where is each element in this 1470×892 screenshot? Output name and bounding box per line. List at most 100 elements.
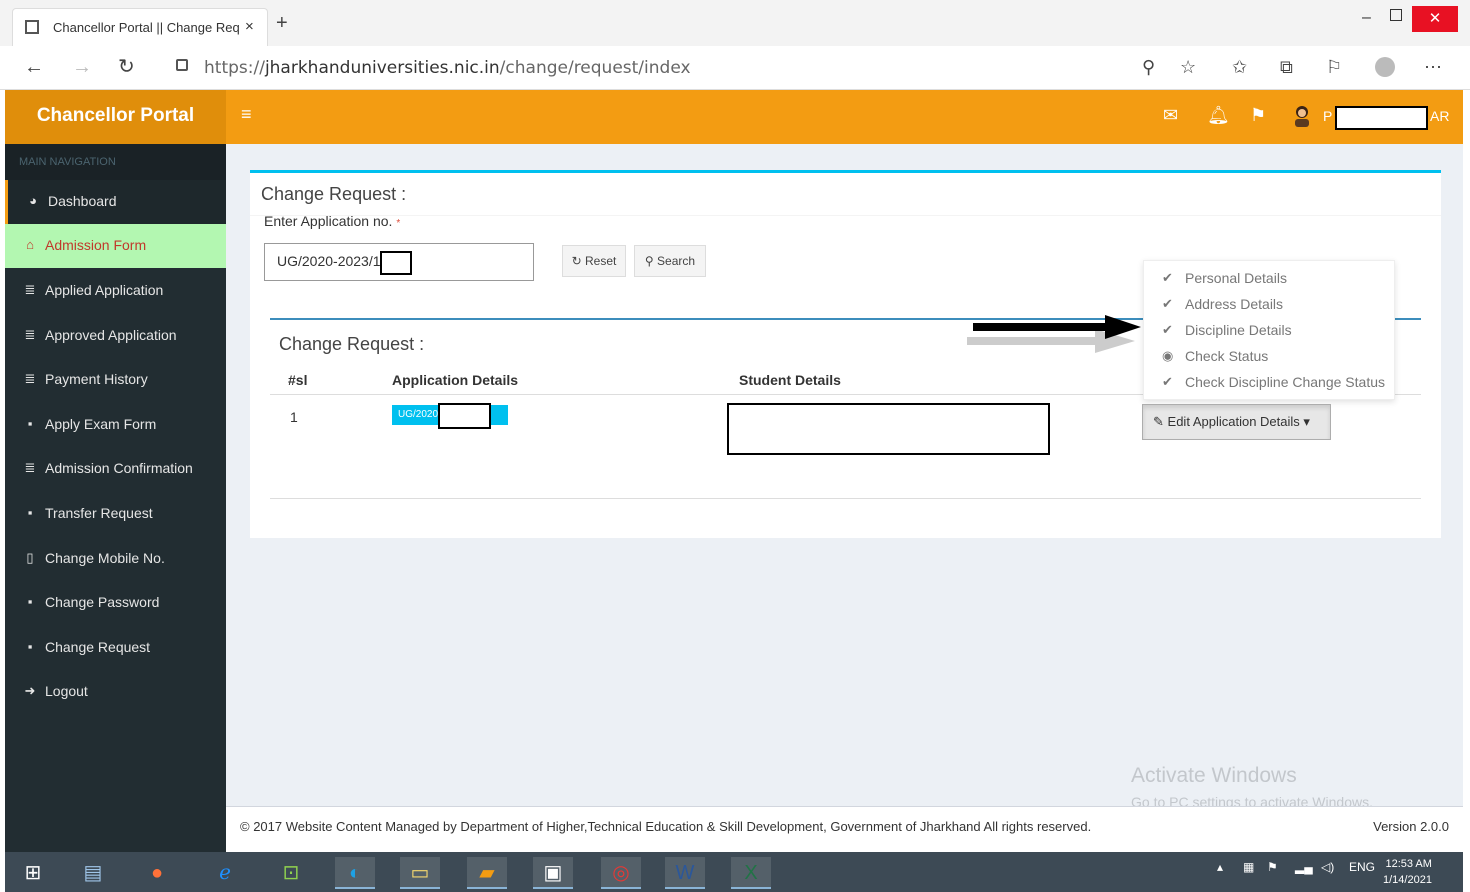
- edit-application-details-button[interactable]: ✎ Edit Application Details ▾: [1142, 404, 1331, 440]
- favorite-star-icon[interactable]: ☆: [1180, 57, 1196, 77]
- box-title: Change Request :: [261, 184, 407, 204]
- new-tab-button[interactable]: +: [276, 13, 288, 33]
- sidebar-item-logout[interactable]: ➜ Logout: [5, 670, 226, 714]
- notifications-icon[interactable]: 🔔︎: [1207, 104, 1230, 126]
- mobile-icon: ▯: [26, 550, 34, 565]
- share-icon[interactable]: ⚐: [1326, 57, 1342, 77]
- browser-tab[interactable]: Chancellor Portal || Change Req ×: [12, 8, 268, 46]
- sidebar-item-applied-application[interactable]: ≣ Applied Application: [5, 269, 226, 313]
- caret-down-icon: ▾: [1303, 414, 1310, 429]
- refresh-icon[interactable]: ↻: [118, 56, 135, 78]
- minimize-button[interactable]: –: [1362, 9, 1371, 27]
- zoom-icon[interactable]: ⚲: [1142, 57, 1155, 77]
- sidebar-item-label: Logout: [45, 683, 88, 699]
- sidebar-item-transfer-request[interactable]: ▪ Transfer Request: [5, 492, 226, 536]
- redacted-app-no: [380, 251, 412, 275]
- user-avatar-icon[interactable]: [1293, 105, 1311, 127]
- user-name-prefix[interactable]: P: [1323, 108, 1332, 124]
- tray-signal-icon[interactable]: ▂▄: [1295, 860, 1313, 874]
- menu-item-check-status[interactable]: ◉ Check Status: [1144, 344, 1396, 370]
- app-window-icon[interactable]: ▣: [533, 857, 573, 889]
- sidebar-item-apply-exam-form[interactable]: ▪ Apply Exam Form: [5, 403, 226, 447]
- menu-item-personal-details[interactable]: ✔ Personal Details: [1144, 266, 1396, 292]
- redacted-application-badge: [438, 403, 491, 429]
- sidebar-item-change-password[interactable]: ▪ Change Password: [5, 581, 226, 625]
- reset-button[interactable]: ↻ Reset: [562, 245, 626, 277]
- excel-icon[interactable]: X: [731, 857, 771, 889]
- search-button[interactable]: ⚲ Search: [634, 245, 706, 277]
- menu-item-check-discipline-change-status[interactable]: ✔ Check Discipline Change Status: [1144, 370, 1396, 396]
- menu-toggle-icon[interactable]: ≡: [241, 104, 252, 125]
- sidebar-item-admission-form[interactable]: ⌂ Admission Form: [5, 224, 226, 268]
- eye-icon: ◉: [1162, 348, 1174, 363]
- sidebar-item-approved-application[interactable]: ≣ Approved Application: [5, 314, 226, 358]
- sidebar-item-label: Admission Confirmation: [45, 460, 193, 476]
- url-prefix: https://: [204, 58, 265, 78]
- col-header-student: Student Details: [739, 372, 841, 388]
- clock-time: 12:53 AM: [1385, 858, 1432, 870]
- page-footer: © 2017 Website Content Managed by Depart…: [226, 806, 1463, 852]
- favorites-icon[interactable]: ✩: [1232, 57, 1247, 77]
- sidebar-item-label: Change Mobile No.: [45, 550, 165, 566]
- menu-item-discipline-details[interactable]: ✔ Discipline Details: [1144, 318, 1396, 344]
- back-icon[interactable]: ←: [24, 56, 44, 78]
- browser-tab-bar: Chancellor Portal || Change Req × + – ✕: [0, 0, 1470, 46]
- tray-network-icon[interactable]: ▦: [1243, 860, 1254, 874]
- sidebar-item-label: Admission Form: [45, 237, 147, 253]
- chrome-icon[interactable]: ◎: [601, 857, 641, 889]
- application-no-label: Enter Application no. *: [264, 213, 400, 229]
- url-path: /change/request/index: [499, 58, 691, 78]
- sidebar-item-label: Transfer Request: [45, 505, 153, 521]
- url-field[interactable]: https://jharkhanduniversities.nic.in/cha…: [204, 58, 691, 78]
- windows-taskbar: ⊞ ▤ ● ℯ ⊡ ◐ ▭ ▰ ▣ ◎ W X ▴ ▦ ⚑ ▂▄ ◁) ENG …: [5, 852, 1463, 892]
- menu-item-label: Check Status: [1185, 348, 1269, 364]
- tray-up-icon[interactable]: ▴: [1217, 860, 1223, 874]
- lock-icon: ▪: [27, 416, 33, 431]
- sidebar-item-admission-confirmation[interactable]: ≣ Admission Confirmation: [5, 447, 226, 491]
- tray-flag-icon[interactable]: ⚑: [1267, 860, 1278, 874]
- sidebar-item-change-request[interactable]: ▪ Change Request: [5, 626, 226, 670]
- lock-icon: ▪: [27, 505, 33, 520]
- file-explorer-icon[interactable]: ▤: [73, 857, 113, 889]
- refresh-icon: ↻: [571, 254, 582, 268]
- sidebar-item-payment-history[interactable]: ≣ Payment History: [5, 358, 226, 402]
- user-name-suffix[interactable]: AR: [1430, 108, 1449, 124]
- check-icon: ✔: [1162, 322, 1173, 337]
- internet-explorer-icon[interactable]: ℯ: [205, 857, 245, 889]
- forward-icon[interactable]: →: [72, 56, 92, 78]
- close-window-button[interactable]: ✕: [1412, 6, 1458, 32]
- edge-icon[interactable]: ◐: [335, 857, 375, 889]
- search-label: Search: [657, 254, 696, 268]
- favicon-icon: [25, 20, 39, 34]
- tray-clock[interactable]: 12:53 AM 1/14/2021: [1383, 856, 1432, 888]
- sidebar-item-change-mobile[interactable]: ▯ Change Mobile No.: [5, 537, 226, 581]
- reset-label: Reset: [585, 254, 617, 268]
- flag-icon[interactable]: ⚑: [1250, 104, 1266, 126]
- more-icon[interactable]: ⋯: [1424, 57, 1442, 77]
- sidebar-item-label: Approved Application: [45, 327, 177, 343]
- edit-icon: ✎: [1153, 414, 1164, 429]
- network-icon[interactable]: ⊡: [271, 857, 311, 889]
- menu-item-label: Address Details: [1185, 296, 1284, 312]
- lock-icon: ▪: [27, 639, 33, 654]
- sidebar-item-dashboard[interactable]: ◕ Dashboard: [5, 180, 226, 224]
- app-header: Chancellor Portal ≡ ✉ 🔔︎ ⚑ P AR: [5, 90, 1463, 144]
- edit-button-label: Edit Application Details: [1167, 414, 1300, 429]
- profile-avatar[interactable]: [1375, 57, 1395, 77]
- database-icon: ≣: [24, 371, 36, 386]
- lock-icon: ▪: [27, 594, 33, 609]
- sublime-icon[interactable]: ▰: [467, 857, 507, 889]
- collections-icon[interactable]: ⧉: [1280, 57, 1293, 77]
- tray-language[interactable]: ENG: [1349, 860, 1375, 874]
- folder-icon[interactable]: ▭: [400, 857, 440, 889]
- brand-logo[interactable]: Chancellor Portal: [5, 90, 226, 144]
- tab-close-icon[interactable]: ×: [245, 18, 254, 35]
- tray-volume-icon[interactable]: ◁): [1321, 860, 1334, 874]
- word-icon[interactable]: W: [665, 857, 705, 889]
- messages-icon[interactable]: ✉: [1163, 104, 1178, 126]
- windows-start-icon[interactable]: ⊞: [13, 857, 53, 889]
- menu-item-address-details[interactable]: ✔ Address Details: [1144, 292, 1396, 318]
- restore-button[interactable]: [1390, 9, 1402, 21]
- menu-item-label: Personal Details: [1185, 270, 1287, 286]
- firefox-icon[interactable]: ●: [137, 857, 177, 889]
